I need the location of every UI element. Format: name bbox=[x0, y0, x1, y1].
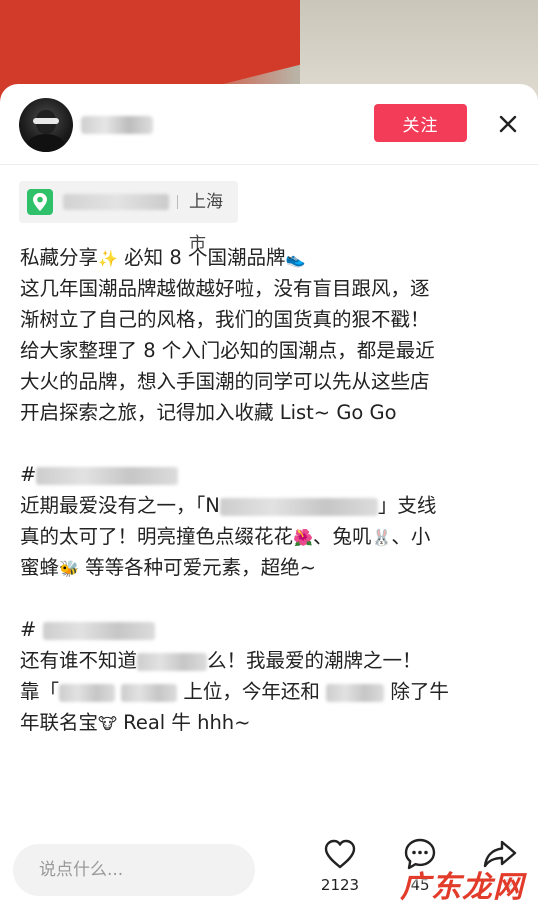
sparkles-icon: ✨ bbox=[98, 249, 118, 268]
hashtag-line[interactable]: # bbox=[20, 614, 520, 645]
post-line: 开启探索之旅，记得加入收藏 List~ Go Go bbox=[20, 401, 397, 424]
ox-icon: 🐮 bbox=[98, 714, 117, 733]
author-header: 关注 bbox=[0, 84, 538, 164]
post-line: 蜜蜂🐝 等等各种可爱元素，超绝~ bbox=[20, 556, 316, 579]
brand-blurred bbox=[219, 497, 378, 516]
post-card: 关注 上海市 私藏分享✨ 必知 8 个国潮品牌👟 这几年国潮品牌越做越好啦，没有… bbox=[0, 84, 538, 908]
location-name-blurred bbox=[63, 194, 169, 210]
comment-input[interactable]: 说点什么... bbox=[13, 844, 255, 896]
post-line: 还有谁不知道 么！我最爱的潮牌之一！ bbox=[20, 649, 422, 672]
location-separator bbox=[177, 195, 178, 209]
post-line: 靠「 上位，今年还和 除了牛 bbox=[20, 680, 449, 703]
post-content: 私藏分享✨ 必知 8 个国潮品牌👟 这几年国潮品牌越做越好啦，没有盲目跟风，逐 … bbox=[20, 242, 520, 738]
brand-blurred bbox=[59, 683, 116, 702]
post-line: 私藏分享✨ 必知 8 个国潮品牌👟 bbox=[20, 246, 306, 269]
heart-icon bbox=[324, 839, 356, 869]
location-pin-icon bbox=[27, 189, 53, 215]
post-line: 真的太可了！明亮撞色点缀花花🌺、兔叽🐰、小 bbox=[20, 525, 431, 548]
hashtag-blurred bbox=[36, 466, 179, 485]
sneaker-icon: 👟 bbox=[285, 249, 306, 268]
location-city: 上海市 bbox=[189, 192, 223, 254]
location-tag[interactable]: 上海市 bbox=[19, 181, 238, 254]
avatar[interactable] bbox=[19, 98, 73, 152]
header-divider bbox=[0, 164, 538, 165]
site-watermark: 广东龙网 bbox=[400, 870, 524, 905]
like-button[interactable]: 2123 bbox=[305, 836, 375, 902]
post-line: 近期最爱没有之一，「N 」支线 bbox=[20, 494, 437, 517]
post-line: 渐树立了自己的风格，我们的国货真的狠不戳！ bbox=[20, 308, 430, 331]
hibiscus-icon: 🌺 bbox=[293, 528, 313, 547]
hashtag-blurred bbox=[42, 621, 155, 640]
post-line: 这几年国潮品牌越做越好啦，没有盲目跟风，逐 bbox=[20, 277, 430, 300]
like-count: 2123 bbox=[320, 876, 360, 894]
follow-button[interactable]: 关注 bbox=[374, 104, 467, 142]
post-line: 年联名宝🐮 Real 牛 hhh~ bbox=[20, 711, 251, 734]
close-icon[interactable] bbox=[494, 110, 522, 138]
brand-blurred bbox=[137, 652, 208, 671]
bottom-bar: 说点什么... 2123 45 2 广东龙网 bbox=[0, 826, 538, 908]
post-line: 大火的品牌，想入手国潮的同学可以先从这些店 bbox=[20, 370, 430, 393]
rabbit-icon: 🐰 bbox=[371, 528, 392, 547]
username-blurred[interactable] bbox=[81, 116, 153, 134]
brand-blurred bbox=[326, 683, 385, 702]
bee-icon: 🐝 bbox=[59, 559, 79, 578]
brand-blurred bbox=[121, 683, 178, 702]
hashtag-line[interactable]: # bbox=[20, 459, 520, 490]
post-line: 给大家整理了 8 个入门必知的国潮点，都是最近 bbox=[20, 339, 435, 362]
